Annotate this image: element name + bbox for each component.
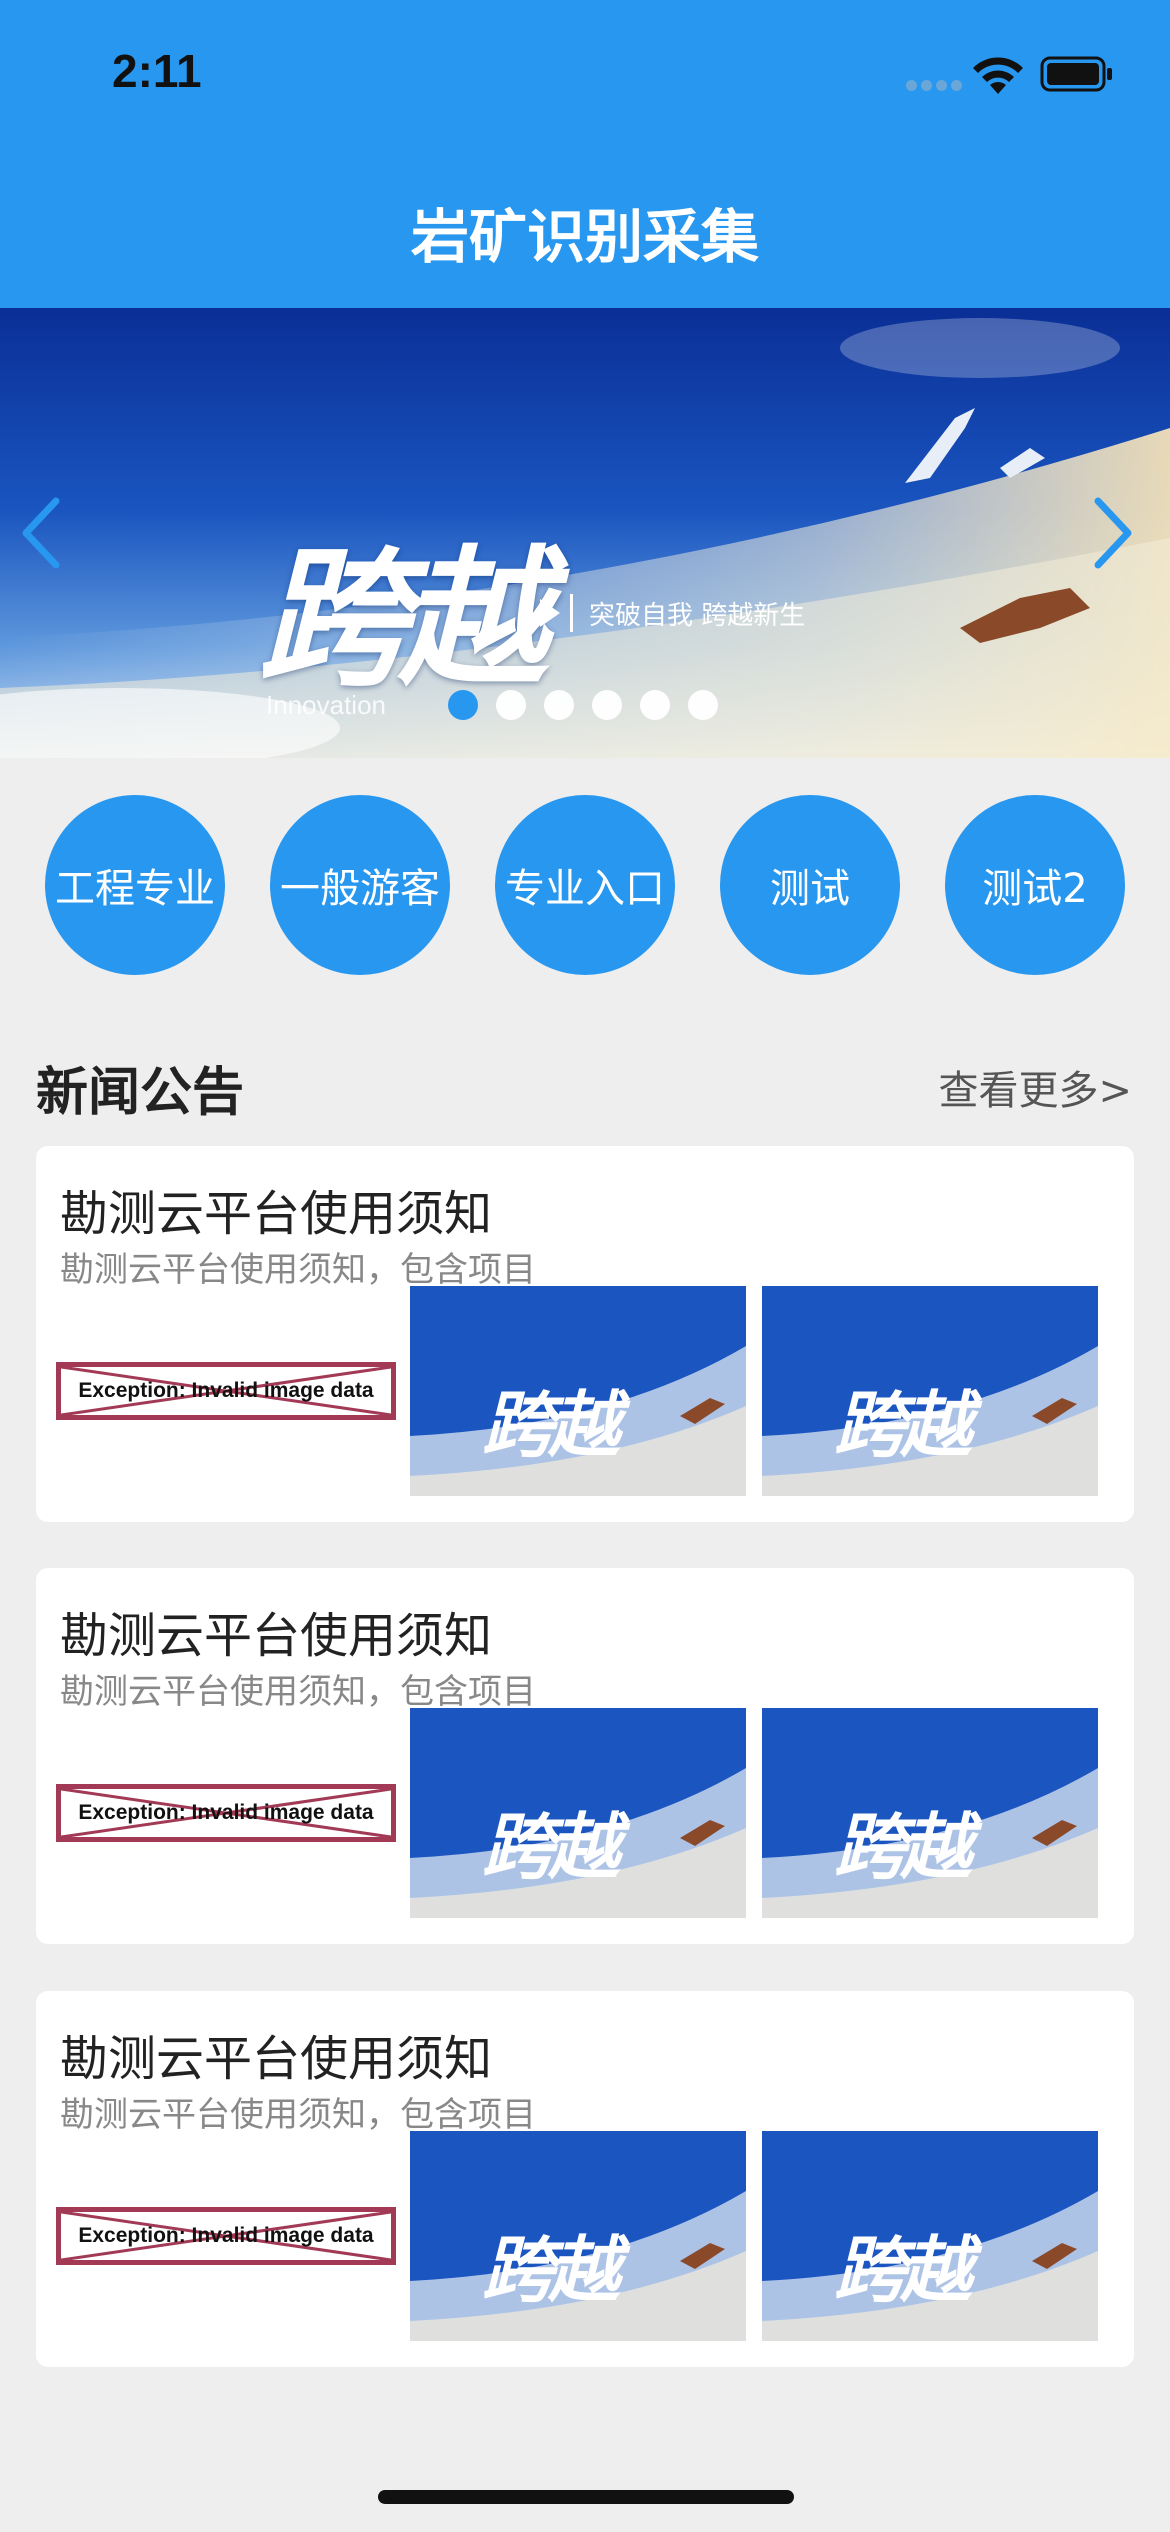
carousel-dot[interactable] <box>448 690 478 720</box>
news-thumbnail: 跨越 <box>410 2131 746 2341</box>
banner-slogan: 突破自我 跨越新生 <box>540 594 805 632</box>
battery-icon <box>1040 56 1112 92</box>
thumbnail-calligraphy: 跨越 <box>834 2227 972 2312</box>
banner-carousel[interactable]: 跨越 突破自我 跨越新生 Innovation <box>0 308 1170 758</box>
news-thumbnail: 跨越 <box>762 1286 1098 1496</box>
thumbnail-calligraphy: 跨越 <box>482 1382 620 1467</box>
broken-image-text: Exception: Invalid image data <box>78 1801 374 1824</box>
news-thumbnail: 跨越 <box>762 1708 1098 1918</box>
news-card-subtitle: 勘测云平台使用须知，包含项目 <box>60 2095 536 2135</box>
broken-image-placeholder: Exception: Invalid image data <box>56 1362 396 1420</box>
broken-image-placeholder: Exception: Invalid image data <box>56 1784 396 1842</box>
thumbnail-calligraphy: 跨越 <box>482 1804 620 1889</box>
news-card-title: 勘测云平台使用须知 <box>60 2031 493 2087</box>
category-test-button[interactable]: 测试 <box>720 795 900 975</box>
category-professional-button[interactable]: 专业入口 <box>495 795 675 975</box>
category-engineering-button[interactable]: 工程专业 <box>45 795 225 975</box>
news-card[interactable]: 勘测云平台使用须知 勘测云平台使用须知，包含项目 Exception: Inva… <box>36 1568 1134 1944</box>
app-header: 2:11 岩矿识别采集 <box>0 0 1170 308</box>
page-title: 岩矿识别采集 <box>410 203 759 271</box>
category-tourist-button[interactable]: 一般游客 <box>270 795 450 975</box>
news-section-title: 新闻公告 <box>36 1063 245 1123</box>
news-card[interactable]: 勘测云平台使用须知 勘测云平台使用须知，包含项目 Exception: Inva… <box>36 1991 1134 2367</box>
broken-image-text: Exception: Invalid image data <box>78 1379 374 1402</box>
broken-image-text: Exception: Invalid image data <box>78 2224 374 2247</box>
carousel-dot[interactable] <box>592 690 622 720</box>
news-card-title: 勘测云平台使用须知 <box>60 1186 493 1242</box>
carousel-indicator[interactable] <box>448 690 718 720</box>
carousel-dot[interactable] <box>544 690 574 720</box>
news-more-link[interactable]: 查看更多> <box>938 1058 1132 1116</box>
category-row: 工程专业 一般游客 专业入口 测试 测试2 <box>0 795 1170 975</box>
broken-image-placeholder: Exception: Invalid image data <box>56 2207 396 2265</box>
news-card-subtitle: 勘测云平台使用须知，包含项目 <box>60 1672 536 1712</box>
cellular-signal-icon <box>906 80 962 92</box>
banner-calligraphy: 跨越 <box>258 531 548 707</box>
news-thumbnail: 跨越 <box>762 2131 1098 2341</box>
category-test2-button[interactable]: 测试2 <box>945 795 1125 975</box>
news-thumbnail: 跨越 <box>410 1708 746 1918</box>
carousel-dot[interactable] <box>688 690 718 720</box>
banner-slogan-text: 突破自我 跨越新生 <box>589 600 806 631</box>
banner-english: Innovation <box>266 690 386 720</box>
thumbnail-calligraphy: 跨越 <box>834 1382 972 1467</box>
thumbnail-calligraphy: 跨越 <box>482 2227 620 2312</box>
news-card-subtitle: 勘测云平台使用须知，包含项目 <box>60 1250 536 1290</box>
news-card[interactable]: 勘测云平台使用须知 勘测云平台使用须知，包含项目 Exception: Inva… <box>36 1146 1134 1522</box>
news-thumbnail: 跨越 <box>410 1286 746 1496</box>
chevron-left-icon[interactable] <box>12 493 72 573</box>
status-time: 2:11 <box>112 45 202 97</box>
carousel-dot[interactable] <box>640 690 670 720</box>
chevron-right-icon[interactable] <box>1082 493 1142 573</box>
wifi-icon <box>973 57 1023 94</box>
home-indicator[interactable] <box>378 2490 794 2504</box>
thumbnail-calligraphy: 跨越 <box>834 1804 972 1889</box>
news-card-title: 勘测云平台使用须知 <box>60 1608 493 1664</box>
carousel-dot[interactable] <box>496 690 526 720</box>
